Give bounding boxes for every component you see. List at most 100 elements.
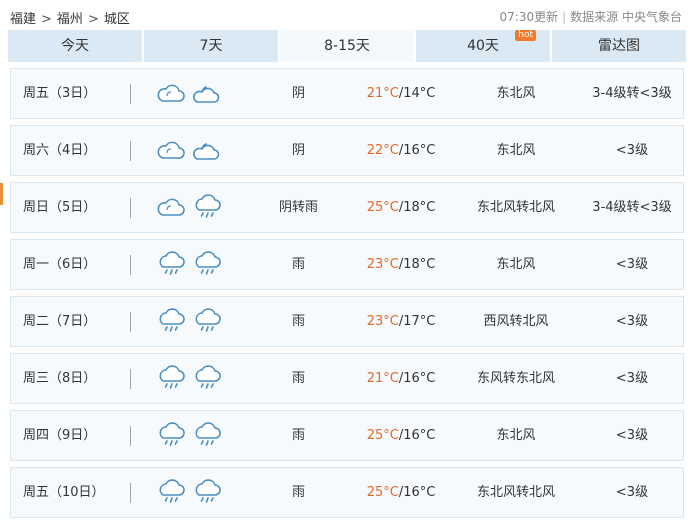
data-source: 数据来源 中央气象台	[570, 10, 682, 24]
row-divider	[130, 198, 131, 218]
forecast-row[interactable]: 周日（5日） 阴转雨 25°C/18°C 东北风转北风 3-4级转<3级	[10, 182, 684, 233]
weather-icons	[156, 126, 236, 175]
forecast-row[interactable]: 周二（7日） 雨 23°C/17°C 西风转北风 <3级	[10, 296, 684, 347]
weather-condition: 阴	[291, 143, 305, 158]
top-bar: 福建 > 福州 > 城区 07:30更新 | 数据来源 中央气象台	[0, 0, 692, 30]
wind-direction: 东北风	[496, 143, 536, 158]
high-temp: 21°C	[366, 86, 399, 101]
forecast-date: 周五（3日）	[23, 86, 97, 101]
forecast-date: 周五（10日）	[23, 485, 105, 500]
weather-icons	[156, 240, 236, 289]
wind-direction: 西风转北风	[483, 314, 549, 329]
high-temp: 23°C	[366, 314, 399, 329]
weather-icons	[156, 183, 236, 232]
tab-label: 今天	[61, 38, 89, 54]
tab-radar[interactable]: 雷达图	[552, 30, 686, 62]
breadcrumb-city[interactable]: 福州	[57, 12, 83, 27]
forecast-date: 周日（5日）	[23, 200, 97, 215]
temperature-range: 25°C/18°C	[356, 183, 446, 232]
weather-icons	[156, 297, 236, 346]
hot-badge: hot	[515, 30, 536, 41]
left-edge-marker	[0, 183, 3, 205]
tab-40days[interactable]: 40天 hot	[416, 30, 550, 62]
breadcrumb: 福建 > 福州 > 城区	[10, 8, 130, 27]
temperature-range: 21°C/14°C	[356, 69, 446, 118]
temperature-range: 21°C/16°C	[356, 354, 446, 403]
temperature-range: 22°C/16°C	[356, 126, 446, 175]
wind-level: 3-4级转<3级	[592, 200, 672, 215]
row-divider	[130, 369, 131, 389]
wind-level: <3级	[615, 143, 649, 158]
update-meta: 07:30更新 | 数据来源 中央气象台	[500, 8, 682, 25]
temperature-range: 25°C/16°C	[356, 411, 446, 460]
weather-condition: 雨	[291, 485, 305, 500]
tab-label: 8-15天	[324, 38, 370, 54]
tab-label: 7天	[199, 38, 223, 54]
row-divider	[130, 84, 131, 104]
wind-level: 3-4级转<3级	[592, 86, 672, 101]
forecast-row[interactable]: 周五（10日） 雨 25°C/16°C 东北风转北风 <3级	[10, 467, 684, 518]
weather-icons	[156, 411, 236, 460]
low-temp: /16°C	[398, 371, 436, 386]
row-divider	[130, 312, 131, 332]
forecast-date: 周三（8日）	[23, 371, 97, 386]
row-divider	[130, 255, 131, 275]
forecast-date: 周四（9日）	[23, 428, 97, 443]
low-temp: /16°C	[398, 485, 436, 500]
wind-direction: 东风转东北风	[476, 371, 555, 386]
high-temp: 22°C	[366, 143, 399, 158]
high-temp: 25°C	[366, 200, 399, 215]
high-temp: 23°C	[366, 257, 399, 272]
low-temp: /16°C	[398, 143, 436, 158]
breadcrumb-province[interactable]: 福建	[10, 12, 36, 27]
weather-icons	[156, 69, 236, 118]
weather-condition: 雨	[291, 257, 305, 272]
row-divider	[130, 483, 131, 503]
wind-direction: 东北风转北风	[476, 200, 555, 215]
forecast-row[interactable]: 周五（3日） 阴 21°C/14°C 东北风 3-4级转<3级	[10, 68, 684, 119]
wind-direction: 东北风转北风	[476, 485, 555, 500]
breadcrumb-district[interactable]: 城区	[104, 12, 130, 27]
wind-direction: 东北风	[496, 86, 536, 101]
low-temp: /18°C	[398, 257, 436, 272]
row-divider	[130, 426, 131, 446]
update-time: 07:30更新	[499, 10, 559, 24]
forecast-date: 周二（7日）	[23, 314, 97, 329]
weather-condition: 阴	[291, 86, 305, 101]
forecast-date: 周一（6日）	[23, 257, 97, 272]
tab-label: 40天	[467, 38, 499, 54]
weather-icons	[156, 354, 236, 403]
tab-today[interactable]: 今天	[8, 30, 142, 62]
wind-direction: 东北风	[496, 257, 536, 272]
forecast-row[interactable]: 周三（8日） 雨 21°C/16°C 东风转东北风 <3级	[10, 353, 684, 404]
forecast-row[interactable]: 周一（6日） 雨 23°C/18°C 东北风 <3级	[10, 239, 684, 290]
tab-7days[interactable]: 7天	[144, 30, 278, 62]
breadcrumb-separator: >	[87, 12, 99, 27]
forecast-list: 周五（3日）阴 21°C/14°C 东北风 3-4级转<3级 周六（4日）阴 22°C/1…	[10, 68, 684, 524]
weather-condition: 雨	[291, 371, 305, 386]
forecast-row[interactable]: 周六（4日） 阴 22°C/16°C 东北风 <3级	[10, 125, 684, 176]
row-divider	[130, 141, 131, 161]
temperature-range: 25°C/16°C	[356, 468, 446, 517]
wind-level: <3级	[615, 371, 649, 386]
high-temp: 21°C	[366, 371, 399, 386]
forecast-tabs: 今天 7天 8-15天 40天 hot 雷达图	[8, 30, 686, 62]
low-temp: /14°C	[398, 86, 436, 101]
weather-condition: 雨	[291, 428, 305, 443]
weather-condition: 雨	[291, 314, 305, 329]
breadcrumb-separator: >	[41, 12, 52, 27]
temperature-range: 23°C/18°C	[356, 240, 446, 289]
wind-level: <3级	[615, 257, 649, 272]
high-temp: 25°C	[366, 485, 399, 500]
low-temp: /17°C	[398, 314, 436, 329]
tab-8-15days[interactable]: 8-15天	[280, 30, 414, 62]
low-temp: /18°C	[398, 200, 436, 215]
forecast-row[interactable]: 周四（9日） 雨 25°C/16°C 东北风 <3级	[10, 410, 684, 461]
weather-condition: 阴转雨	[278, 200, 318, 215]
weather-icons	[156, 468, 236, 517]
wind-direction: 东北风	[496, 428, 536, 443]
wind-level: <3级	[615, 428, 649, 443]
low-temp: /16°C	[398, 428, 436, 443]
meta-divider: |	[562, 10, 567, 24]
temperature-range: 23°C/17°C	[356, 297, 446, 346]
